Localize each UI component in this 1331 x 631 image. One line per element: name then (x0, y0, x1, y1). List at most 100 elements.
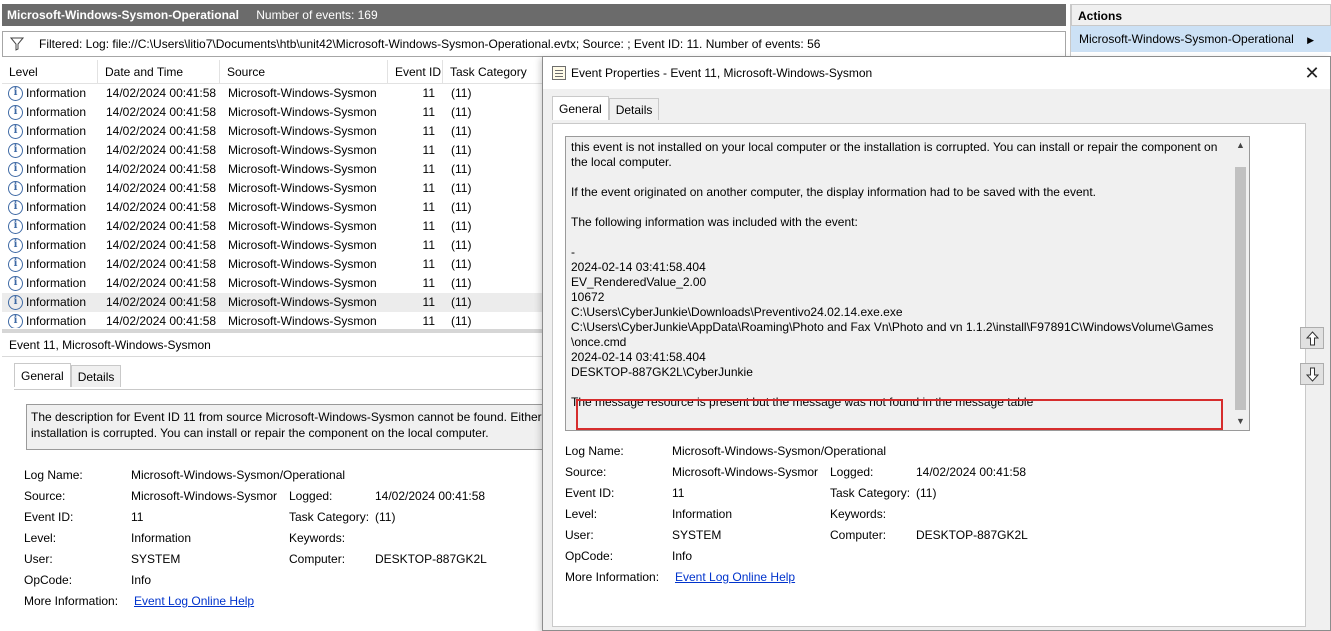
source-cell: Microsoft-Windows-Sysmon (228, 86, 377, 100)
table-row[interactable]: i Information 14/02/2024 00:41:58 Microsoft… (2, 122, 542, 141)
source-cell: Microsoft-Windows-Sysmon (228, 219, 377, 233)
dialog-tab-general[interactable]: General (552, 96, 609, 120)
table-row[interactable]: i Information 14/02/2024 00:41:58 Microsoft… (2, 160, 542, 179)
dialog-log-name-value: Microsoft-Windows-Sysmon/Operational (672, 444, 887, 458)
table-row[interactable]: i Information 14/02/2024 00:41:58 Microsoft… (2, 217, 542, 236)
level-text: Information (26, 257, 87, 271)
scroll-up-arrow-icon[interactable]: ▲ (1232, 137, 1249, 154)
level-cell: i Information (2, 293, 98, 312)
column-header-date-and-time[interactable]: Date and Time (98, 60, 220, 84)
level-text: Information (26, 143, 87, 157)
dialog-keywords-label: Keywords: (830, 507, 887, 521)
datetime-cell: 14/02/2024 00:41:58 (106, 238, 217, 252)
scroll-down-arrow-icon[interactable]: ▼ (1232, 413, 1249, 430)
column-header-task-category[interactable]: Task Category (443, 60, 542, 84)
information-icon: i (8, 124, 23, 139)
source-cell: Microsoft-Windows-Sysmon (228, 276, 377, 290)
table-row[interactable]: i Information 14/02/2024 00:41:58 Microsoft… (2, 255, 542, 274)
dialog-event-log-online-help-link[interactable]: Event Log Online Help (675, 570, 795, 584)
events-count: Number of events: 169 (256, 8, 378, 22)
task-category-cell: (11) (451, 314, 472, 328)
datetime-cell: 14/02/2024 00:41:58 (106, 105, 217, 119)
tab-details[interactable]: Details (70, 365, 122, 387)
column-header-event-id[interactable]: Event ID (388, 60, 443, 84)
event-log-online-help-link[interactable]: Event Log Online Help (134, 594, 254, 608)
dialog-event-id-value: 11 (672, 486, 685, 500)
event-id-cell: 11 (422, 124, 435, 138)
event-id-cell: 11 (422, 181, 435, 195)
dialog-task-category-label: Task Category: (830, 486, 911, 500)
dialog-source-label: Source: (565, 465, 607, 479)
event-description[interactable]: The description for Event ID 11 from sou… (26, 404, 542, 450)
task-category-cell: (11) (451, 200, 472, 214)
table-row[interactable]: i Information 14/02/2024 00:41:58 Microsoft… (2, 84, 542, 103)
description-scrollbar[interactable]: ▲ ▼ (1232, 137, 1249, 430)
dialog-logged-value: 14/02/2024 00:41:58 (916, 465, 1027, 479)
table-row[interactable]: i Information 14/02/2024 00:41:58 Microsoft… (2, 293, 542, 312)
previous-event-button[interactable] (1300, 327, 1324, 349)
level-cell: i Information (2, 255, 98, 274)
event-list[interactable]: Level Date and Time Source Event ID Task… (2, 60, 542, 328)
actions-item-log[interactable]: Microsoft-Windows-Sysmon-Operational ▶ (1071, 26, 1331, 52)
task-category-cell: (11) (451, 86, 472, 100)
datetime-cell: 14/02/2024 00:41:58 (106, 200, 217, 214)
dialog-event-description[interactable]: this event is not installed on your loca… (565, 136, 1250, 431)
datetime-cell: 14/02/2024 00:41:58 (106, 86, 217, 100)
close-icon[interactable]: ✕ (1302, 57, 1322, 89)
task-category-cell: (11) (451, 105, 472, 119)
log-name-label: Log Name: (24, 468, 83, 482)
level-cell: i Information (2, 217, 98, 236)
dialog-log-name-label: Log Name: (565, 444, 624, 458)
source-value: Microsoft-Windows-Sysmor (131, 489, 278, 503)
datetime-cell: 14/02/2024 00:41:58 (106, 181, 217, 195)
information-icon: i (8, 238, 23, 253)
table-row[interactable]: i Information 14/02/2024 00:41:58 Microsoft… (2, 312, 542, 328)
source-cell: Microsoft-Windows-Sysmon (228, 238, 377, 252)
event-properties-icon (552, 66, 566, 80)
dialog-more-information-label: More Information: (565, 570, 660, 584)
table-row[interactable]: i Information 14/02/2024 00:41:58 Microsoft… (2, 236, 542, 255)
table-row[interactable]: i Information 14/02/2024 00:41:58 Microsoft… (2, 198, 542, 217)
log-name-value: Microsoft-Windows-Sysmon/Operational (131, 468, 346, 482)
table-row[interactable]: i Information 14/02/2024 00:41:58 Microsoft… (2, 103, 542, 122)
log-title: Microsoft-Windows-Sysmon-Operational (7, 8, 239, 22)
scrollbar-thumb[interactable] (1235, 167, 1246, 410)
event-id-cell: 11 (422, 257, 435, 271)
table-row[interactable]: i Information 14/02/2024 00:41:58 Microsoft… (2, 179, 542, 198)
dialog-title: Event Properties - Event 11, Microsoft-W… (571, 66, 873, 80)
information-icon: i (8, 143, 23, 158)
event-id-cell: 11 (422, 276, 435, 290)
dialog-titlebar[interactable]: Event Properties - Event 11, Microsoft-W… (543, 57, 1330, 89)
filter-funnel-icon[interactable] (10, 37, 24, 51)
next-event-button[interactable] (1300, 363, 1324, 385)
arrow-up-icon (1306, 331, 1319, 346)
column-header-source[interactable]: Source (220, 60, 388, 84)
event-details-tabs: General Details (14, 363, 122, 387)
task-category-cell: (11) (451, 257, 472, 271)
level-cell: i Information (2, 141, 98, 160)
table-row[interactable]: i Information 14/02/2024 00:41:58 Microsoft… (2, 274, 542, 293)
task-category-cell: (11) (451, 295, 472, 309)
pane-splitter[interactable] (2, 329, 542, 333)
level-text: Information (26, 238, 87, 252)
tab-general[interactable]: General (14, 363, 71, 387)
source-cell: Microsoft-Windows-Sysmon (228, 314, 377, 328)
source-cell: Microsoft-Windows-Sysmon (228, 200, 377, 214)
level-text: Information (26, 314, 87, 328)
event-id-cell: 11 (422, 200, 435, 214)
user-label: User: (24, 552, 53, 566)
dialog-tab-details[interactable]: Details (608, 98, 660, 120)
level-cell: i Information (2, 274, 98, 293)
level-cell: i Information (2, 312, 98, 328)
dialog-opcode-label: OpCode: (565, 549, 614, 563)
logged-value: 14/02/2024 00:41:58 (375, 489, 486, 503)
datetime-cell: 14/02/2024 00:41:58 (106, 219, 217, 233)
table-row[interactable]: i Information 14/02/2024 00:41:58 Microsoft… (2, 141, 542, 160)
highlighted-file-path-box (576, 399, 1223, 430)
dialog-description-text[interactable]: this event is not installed on your loca… (571, 140, 1231, 410)
task-category-cell: (11) (451, 238, 472, 252)
column-header-level[interactable]: Level (2, 60, 98, 84)
level-cell: i Information (2, 160, 98, 179)
event-id-cell: 11 (422, 219, 435, 233)
task-category-cell: (11) (451, 143, 472, 157)
